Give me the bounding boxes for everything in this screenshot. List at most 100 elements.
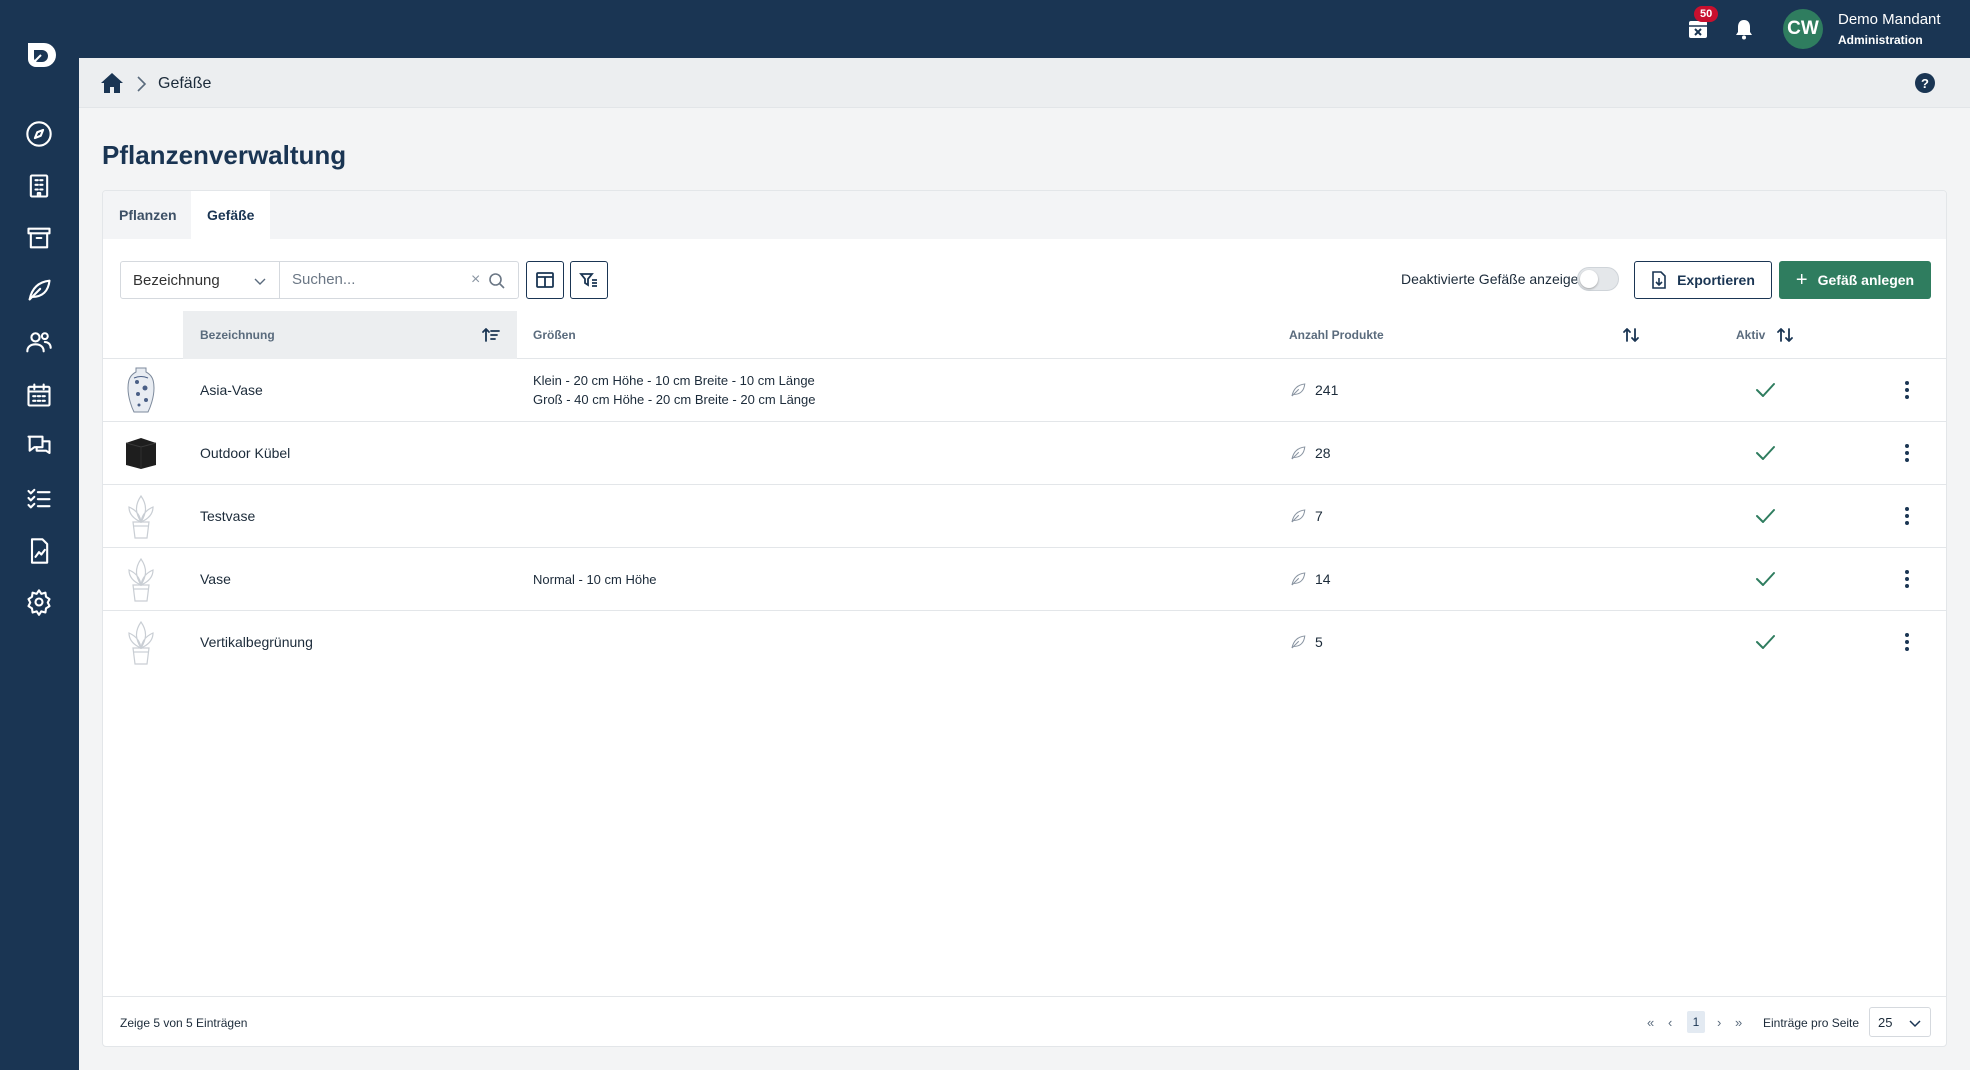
leaf-icon [1291, 383, 1306, 397]
tab-pflanzen[interactable]: Pflanzen [103, 191, 193, 239]
vessel-name: Vase [200, 571, 231, 587]
breadcrumb [79, 58, 1970, 108]
chevron-down-icon [254, 278, 266, 285]
column-header-active: Aktiv [1736, 328, 1766, 342]
add-vessel-button[interactable]: + Gefäß anlegen [1779, 261, 1931, 299]
export-label: Exportieren [1677, 272, 1755, 288]
sidebar-item-tasks[interactable] [21, 480, 57, 516]
home-icon[interactable] [100, 72, 124, 94]
table-row[interactable]: Vertikalbegrünung 5 [103, 611, 1946, 674]
app-logo-icon[interactable] [22, 38, 56, 72]
content-card: Pflanzen Gefäße Bezeichnung × Deaktivier… [102, 190, 1947, 1047]
per-page-select[interactable]: 25 [1869, 1007, 1931, 1037]
product-count-value: 7 [1315, 508, 1323, 524]
chevron-down-icon [1909, 1020, 1921, 1028]
product-count-value: 5 [1315, 634, 1323, 650]
chat-icon [27, 435, 51, 455]
export-button[interactable]: Exportieren [1634, 261, 1772, 299]
show-deactivated-toggle[interactable] [1577, 267, 1619, 291]
column-header-sizes: Größen [533, 328, 576, 342]
product-count: 7 [1289, 485, 1323, 547]
vessel-sizes: Normal - 10 cm Höhe [533, 548, 657, 610]
table-row[interactable]: Testvase 7 [103, 485, 1946, 548]
prev-page-icon[interactable]: ‹ [1668, 1011, 1672, 1033]
size-entry: Normal - 10 cm Höhe [533, 571, 657, 587]
show-deactivated-label: Deaktivierte Gefäße anzeigen [1401, 271, 1587, 287]
row-menu-button[interactable] [1898, 441, 1916, 465]
leaf-icon [28, 279, 51, 301]
help-icon[interactable]: ? [1915, 73, 1935, 93]
next-page-icon[interactable]: › [1717, 1011, 1721, 1033]
bell-icon [1736, 20, 1752, 40]
tab-bar: Pflanzen Gefäße [103, 191, 1946, 239]
filter-button[interactable] [570, 261, 608, 299]
table-row[interactable]: Outdoor Kübel 28 [103, 422, 1946, 485]
sidebar-item-settings[interactable] [21, 584, 57, 620]
file-export-icon [1652, 271, 1666, 289]
leaf-icon [1291, 572, 1306, 586]
filter-field-select[interactable]: Bezeichnung [120, 261, 280, 299]
product-count: 241 [1289, 359, 1338, 421]
search-icon[interactable] [488, 272, 506, 290]
tab-gefaesse[interactable]: Gefäße [191, 191, 271, 239]
vessel-name: Outdoor Kübel [200, 445, 291, 461]
sidebar-item-plants[interactable] [21, 272, 57, 308]
column-header-name[interactable]: Bezeichnung [183, 311, 517, 359]
last-page-icon[interactable]: » [1735, 1011, 1742, 1033]
active-check-icon [1754, 442, 1776, 464]
asia-vase-image [123, 365, 159, 415]
leaf-icon [1291, 635, 1306, 649]
row-menu-button[interactable] [1898, 378, 1916, 402]
notifications-button[interactable] [1730, 15, 1758, 43]
sidebar-item-users[interactable] [21, 324, 57, 360]
page-number-current[interactable]: 1 [1687, 1011, 1705, 1033]
table-header: Bezeichnung Größen Anzahl Produkte Aktiv [103, 311, 1946, 359]
entries-info: Zeige 5 von 5 Einträgen [120, 1016, 248, 1030]
notification-badge: 50 [1694, 6, 1719, 22]
checklist-icon [27, 488, 51, 509]
table-row[interactable]: Vase Normal - 10 cm Höhe 14 [103, 548, 1946, 611]
plant-placeholder-icon [123, 491, 159, 541]
sidebar-item-messages[interactable] [21, 428, 57, 464]
report-icon [30, 538, 49, 564]
sidebar-item-buildings[interactable] [21, 168, 57, 204]
plant-placeholder-icon [123, 554, 159, 604]
search-field[interactable]: × [279, 261, 519, 299]
building-icon [29, 174, 49, 198]
table-footer: Zeige 5 von 5 Einträgen « ‹ 1 › » Einträ… [103, 996, 1946, 1046]
column-header-count: Anzahl Produkte [1289, 328, 1384, 342]
filter-field-value: Bezeichnung [133, 271, 220, 289]
sidebar-item-dashboard[interactable] [21, 116, 57, 152]
sort-active-icon[interactable] [1775, 325, 1795, 345]
black-cube-image [123, 428, 159, 478]
users-icon [26, 332, 52, 353]
plant-placeholder-icon [123, 617, 159, 667]
sidebar-item-archive[interactable] [21, 220, 57, 256]
sidebar-item-calendar[interactable] [21, 377, 57, 413]
archive-icon [27, 227, 51, 249]
sidebar-item-reports[interactable] [21, 533, 57, 569]
row-menu-button[interactable] [1898, 630, 1916, 654]
table-row[interactable]: Asia-Vase Klein - 20 cm Höhe - 10 cm Bre… [103, 359, 1946, 422]
page-title: Pflanzenverwaltung [102, 140, 347, 170]
add-vessel-label: Gefäß anlegen [1817, 272, 1915, 288]
per-page-value: 25 [1878, 1014, 1893, 1030]
columns-icon [536, 272, 554, 288]
user-name[interactable]: Demo Mandant [1838, 11, 1941, 28]
search-input[interactable] [292, 271, 452, 288]
product-count-value: 241 [1315, 382, 1339, 398]
first-page-icon[interactable]: « [1647, 1011, 1654, 1033]
row-menu-button[interactable] [1898, 567, 1916, 591]
vessel-name: Vertikalbegrünung [200, 634, 313, 650]
user-avatar[interactable]: CW [1783, 9, 1823, 49]
row-menu-button[interactable] [1898, 504, 1916, 528]
sort-count-icon[interactable] [1621, 325, 1641, 345]
gear-icon [27, 589, 51, 616]
sidebar [0, 0, 79, 1070]
active-check-icon [1754, 379, 1776, 401]
leaf-icon [1291, 509, 1306, 523]
sort-ascending-icon[interactable] [481, 325, 501, 345]
column-layout-button[interactable] [526, 261, 564, 299]
product-count: 14 [1289, 548, 1331, 610]
clear-search-icon[interactable]: × [471, 271, 480, 289]
